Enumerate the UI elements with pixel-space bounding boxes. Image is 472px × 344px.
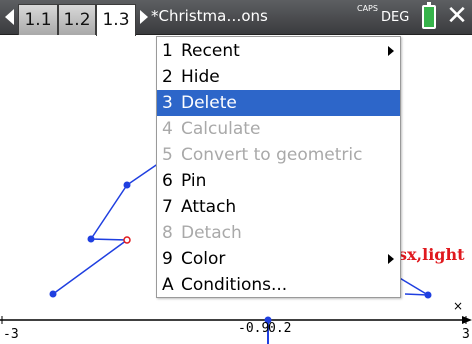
scroll-marker-icon: × xyxy=(453,299,464,313)
trace-value-label: -0.9 xyxy=(238,321,270,336)
plot-point xyxy=(87,235,95,243)
document-title: *Christma…ons xyxy=(151,7,268,25)
menu-item-detach: 8 Detach xyxy=(162,223,242,243)
menu-item-conditions[interactable]: A Conditions... xyxy=(157,272,400,298)
submenu-arrow-icon xyxy=(388,46,394,56)
battery-icon xyxy=(422,2,436,29)
submenu-arrow-icon xyxy=(388,254,394,264)
function-label[interactable]: sx,light xyxy=(398,245,464,264)
close-icon[interactable]: ✕ xyxy=(445,3,469,29)
x-axis-arrow-icon xyxy=(462,316,472,324)
menu-item-recent[interactable]: 1 Recent xyxy=(157,38,400,64)
menu-item-delete[interactable]: 3 Delete xyxy=(157,90,400,116)
menu-item-attach[interactable]: 7 Attach xyxy=(157,194,400,220)
tab-1-3[interactable]: 1.3 xyxy=(96,4,136,36)
next-page-arrow-icon[interactable] xyxy=(140,10,148,24)
menu-item-calculate: 4 Calculate xyxy=(162,119,261,139)
menu-item-color[interactable]: 9 Color xyxy=(157,246,400,272)
previous-page-arrow-icon[interactable] xyxy=(5,9,14,25)
trace-value-2-label: 0.2 xyxy=(268,321,292,336)
context-menu: 1 Recent 2 Hide 3 Delete 4 Calculate 5 C… xyxy=(156,36,401,298)
tab-1-2[interactable]: 1.2 xyxy=(58,4,96,35)
caps-indicator: CAPS xyxy=(357,4,378,13)
plot-point xyxy=(424,291,432,299)
x-max-label[interactable]: 3 xyxy=(462,327,470,342)
menu-item-convert-to-geometric: 5 Convert to geometric xyxy=(162,145,363,165)
plot-point xyxy=(123,181,131,189)
menu-item-hide[interactable]: 2 Hide xyxy=(157,64,400,90)
tab-1-1[interactable]: 1.1 xyxy=(18,4,58,35)
top-bar: 1.1 1.2 1.3 *Christma…ons CAPS DEG ✕ xyxy=(0,0,472,36)
x-min-label[interactable]: -3 xyxy=(3,327,19,342)
open-plot-point xyxy=(123,236,131,244)
menu-item-pin[interactable]: 6 Pin xyxy=(157,168,400,194)
angle-mode-indicator: DEG xyxy=(381,10,410,25)
plot-point xyxy=(49,290,57,298)
